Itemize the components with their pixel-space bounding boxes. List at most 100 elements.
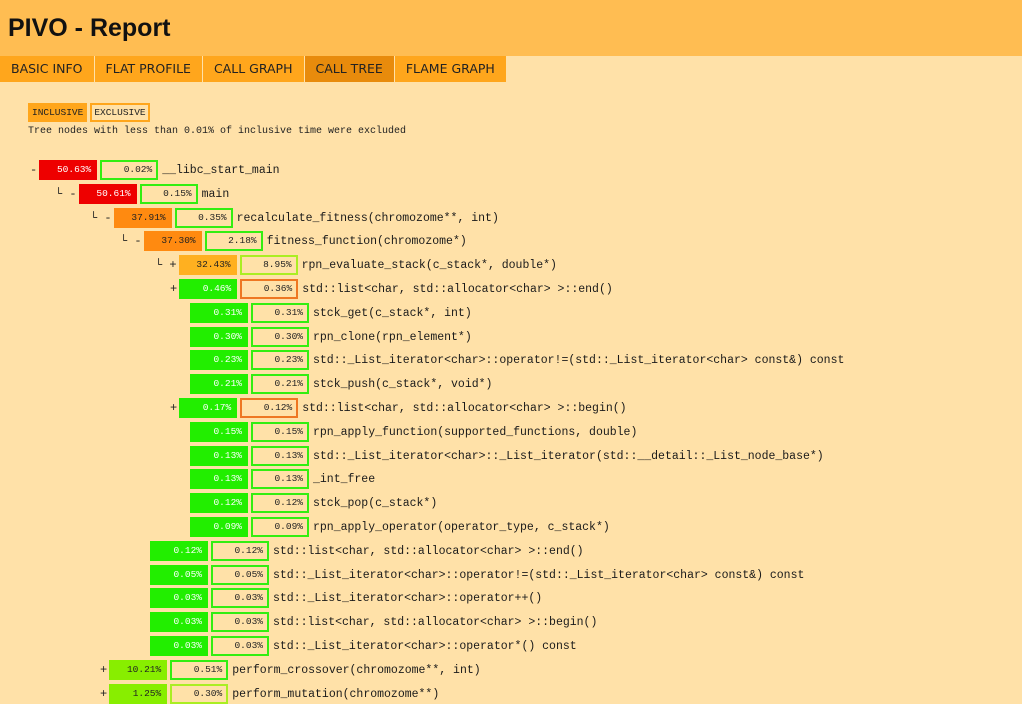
inclusive-time-badge: 10.21% xyxy=(109,660,168,680)
inclusive-time-badge: 0.46% xyxy=(179,279,238,299)
expand-toggle[interactable]: + xyxy=(170,401,177,415)
tree-row: +0.46% 0.36% std::list<char, std::allocato… xyxy=(170,279,613,299)
exclusive-time-badge: 0.30% xyxy=(170,684,229,704)
tree-row: 0.30% 0.30% rpn_clone(rpn_element*) xyxy=(190,327,472,347)
function-name[interactable]: std::_List_iterator<char>::operator!=(st… xyxy=(273,569,804,582)
inclusive-time-badge: 0.17% xyxy=(179,398,238,418)
function-name[interactable]: std::_List_iterator<char>::operator*() c… xyxy=(273,640,577,653)
exclusive-time-badge: 8.95% xyxy=(239,255,298,275)
exclusive-toggle-button[interactable]: EXCLUSIVE xyxy=(90,103,150,122)
function-name[interactable]: stck_pop(c_stack*) xyxy=(313,497,437,510)
tree-row: 0.05% 0.05% std::_List_iterator<char>::ope… xyxy=(150,565,804,585)
inclusive-time-badge: 50.61% xyxy=(78,184,137,204)
exclusive-time-badge: 0.36% xyxy=(240,279,299,299)
tree-row: └ -37.91% 0.35% recalculate_fitness(chromo… xyxy=(90,208,499,228)
expand-toggle[interactable]: └ - xyxy=(90,211,112,225)
exclusive-time-badge: 0.21% xyxy=(251,374,309,394)
exclusive-time-badge: 0.13% xyxy=(251,469,309,489)
function-name[interactable]: std::list<char, std::allocator<char> >::… xyxy=(302,283,613,296)
inclusive-time-badge: 0.13% xyxy=(190,446,248,466)
tab-bar: BASIC INFO FLAT PROFILE CALL GRAPH CALL … xyxy=(0,56,507,82)
exclusion-note: Tree nodes with less than 0.01% of inclu… xyxy=(28,126,407,137)
tree-row: 0.03% 0.03% std::_List_iterator<char>::ope… xyxy=(150,588,542,608)
exclusive-time-badge: 0.12% xyxy=(240,398,299,418)
time-mode-toggle: INCLUSIVE EXCLUSIVE xyxy=(28,103,150,122)
exclusive-time-badge: 0.13% xyxy=(251,446,309,466)
inclusive-time-badge: 0.12% xyxy=(190,493,248,513)
function-name[interactable]: __libc_start_main xyxy=(162,164,279,177)
inclusive-time-badge: 0.15% xyxy=(190,422,248,442)
function-name[interactable]: std::list<char, std::allocator<char> >::… xyxy=(273,616,597,629)
function-name[interactable]: rpn_clone(rpn_element*) xyxy=(313,331,472,344)
function-name[interactable]: rpn_evaluate_stack(c_stack*, double*) xyxy=(302,259,557,272)
function-name[interactable]: std::_List_iterator<char>::_List_iterato… xyxy=(313,450,824,463)
exclusive-time-badge: 0.05% xyxy=(211,565,269,585)
exclusive-time-badge: 0.51% xyxy=(170,660,229,680)
tree-row: 0.31% 0.31% stck_get(c_stack*, int) xyxy=(190,303,472,323)
tab-flame-graph[interactable]: FLAME GRAPH xyxy=(395,56,507,82)
function-name[interactable]: stck_push(c_stack*, void*) xyxy=(313,378,492,391)
exclusive-time-badge: 0.23% xyxy=(251,350,309,370)
inclusive-time-badge: 37.30% xyxy=(143,231,202,251)
tree-row: 0.09% 0.09% rpn_apply_operator(operator_ty… xyxy=(190,517,610,537)
tree-row: 0.03% 0.03% std::list<char, std::allocator… xyxy=(150,612,597,632)
exclusive-time-badge: 0.03% xyxy=(211,612,269,632)
function-name[interactable]: std::_List_iterator<char>::operator!=(st… xyxy=(313,354,844,367)
function-name[interactable]: perform_mutation(chromozome**) xyxy=(232,688,439,701)
inclusive-time-badge: 0.30% xyxy=(190,327,248,347)
exclusive-time-badge: 0.31% xyxy=(251,303,309,323)
expand-toggle[interactable]: + xyxy=(170,282,177,296)
exclusive-time-badge: 0.30% xyxy=(251,327,309,347)
expand-toggle[interactable]: - xyxy=(30,163,37,177)
function-name[interactable]: std::_List_iterator<char>::operator++() xyxy=(273,592,542,605)
report-header: PIVO - Report xyxy=(0,0,1022,56)
inclusive-time-badge: 1.25% xyxy=(109,684,168,704)
inclusive-time-badge: 0.09% xyxy=(190,517,248,537)
function-name[interactable]: _int_free xyxy=(313,473,375,486)
exclusive-time-badge: 0.35% xyxy=(174,208,233,228)
expand-toggle[interactable]: + xyxy=(100,663,107,677)
tab-call-tree[interactable]: CALL TREE xyxy=(304,56,395,82)
exclusive-time-badge: 0.02% xyxy=(100,160,159,180)
exclusive-time-badge: 0.15% xyxy=(139,184,198,204)
tree-row: -50.63% 0.02% __libc_start_main xyxy=(30,160,280,180)
expand-toggle[interactable]: + xyxy=(100,687,107,701)
exclusive-time-badge: 0.12% xyxy=(211,541,269,561)
function-name[interactable]: std::list<char, std::allocator<char> >::… xyxy=(273,545,584,558)
tree-row: 0.23% 0.23% std::_List_iterator<char>::ope… xyxy=(190,350,844,370)
expand-toggle[interactable]: └ + xyxy=(155,258,177,272)
inclusive-time-badge: 0.03% xyxy=(150,636,208,656)
inclusive-time-badge: 0.03% xyxy=(150,588,208,608)
tab-basic-info[interactable]: BASIC INFO xyxy=(0,56,95,82)
tree-row: 0.15% 0.15% rpn_apply_function(supported_f… xyxy=(190,422,637,442)
function-name[interactable]: stck_get(c_stack*, int) xyxy=(313,307,472,320)
tree-row: └ -50.61% 0.15% main xyxy=(55,184,229,204)
tree-row: 0.12% 0.12% std::list<char, std::allocator… xyxy=(150,541,584,561)
function-name[interactable]: std::list<char, std::allocator<char> >::… xyxy=(302,402,626,415)
inclusive-time-badge: 37.91% xyxy=(113,208,172,228)
function-name[interactable]: rpn_apply_function(supported_functions, … xyxy=(313,426,637,439)
function-name[interactable]: fitness_function(chromozome*) xyxy=(267,235,467,248)
exclusive-time-badge: 0.15% xyxy=(251,422,309,442)
exclusive-time-badge: 0.12% xyxy=(251,493,309,513)
tab-flat-profile[interactable]: FLAT PROFILE xyxy=(95,56,203,82)
function-name[interactable]: main xyxy=(202,188,230,201)
expand-toggle[interactable]: └ - xyxy=(55,187,77,201)
function-name[interactable]: perform_crossover(chromozome**, int) xyxy=(232,664,480,677)
inclusive-time-badge: 50.63% xyxy=(39,160,98,180)
expand-toggle[interactable]: └ - xyxy=(120,234,142,248)
tree-row: └ +32.43% 8.95% rpn_evaluate_stack(c_stack… xyxy=(155,255,557,275)
tab-call-graph[interactable]: CALL GRAPH xyxy=(203,56,305,82)
tree-row: 0.13% 0.13% _int_free xyxy=(190,469,375,489)
inclusive-time-badge: 0.03% xyxy=(150,612,208,632)
function-name[interactable]: recalculate_fitness(chromozome**, int) xyxy=(237,212,499,225)
inclusive-toggle-button[interactable]: INCLUSIVE xyxy=(28,103,88,122)
tree-row: +1.25% 0.30% perform_mutation(chromozome**… xyxy=(100,684,439,704)
tree-row: └ -37.30% 2.18% fitness_function(chromozom… xyxy=(120,231,467,251)
tree-row: 0.03% 0.03% std::_List_iterator<char>::ope… xyxy=(150,636,577,656)
function-name[interactable]: rpn_apply_operator(operator_type, c_stac… xyxy=(313,521,610,534)
exclusive-time-badge: 0.03% xyxy=(211,588,269,608)
tree-row: 0.12% 0.12% stck_pop(c_stack*) xyxy=(190,493,437,513)
exclusive-time-badge: 2.18% xyxy=(204,231,263,251)
tree-row: 0.13% 0.13% std::_List_iterator<char>::_Li… xyxy=(190,446,824,466)
